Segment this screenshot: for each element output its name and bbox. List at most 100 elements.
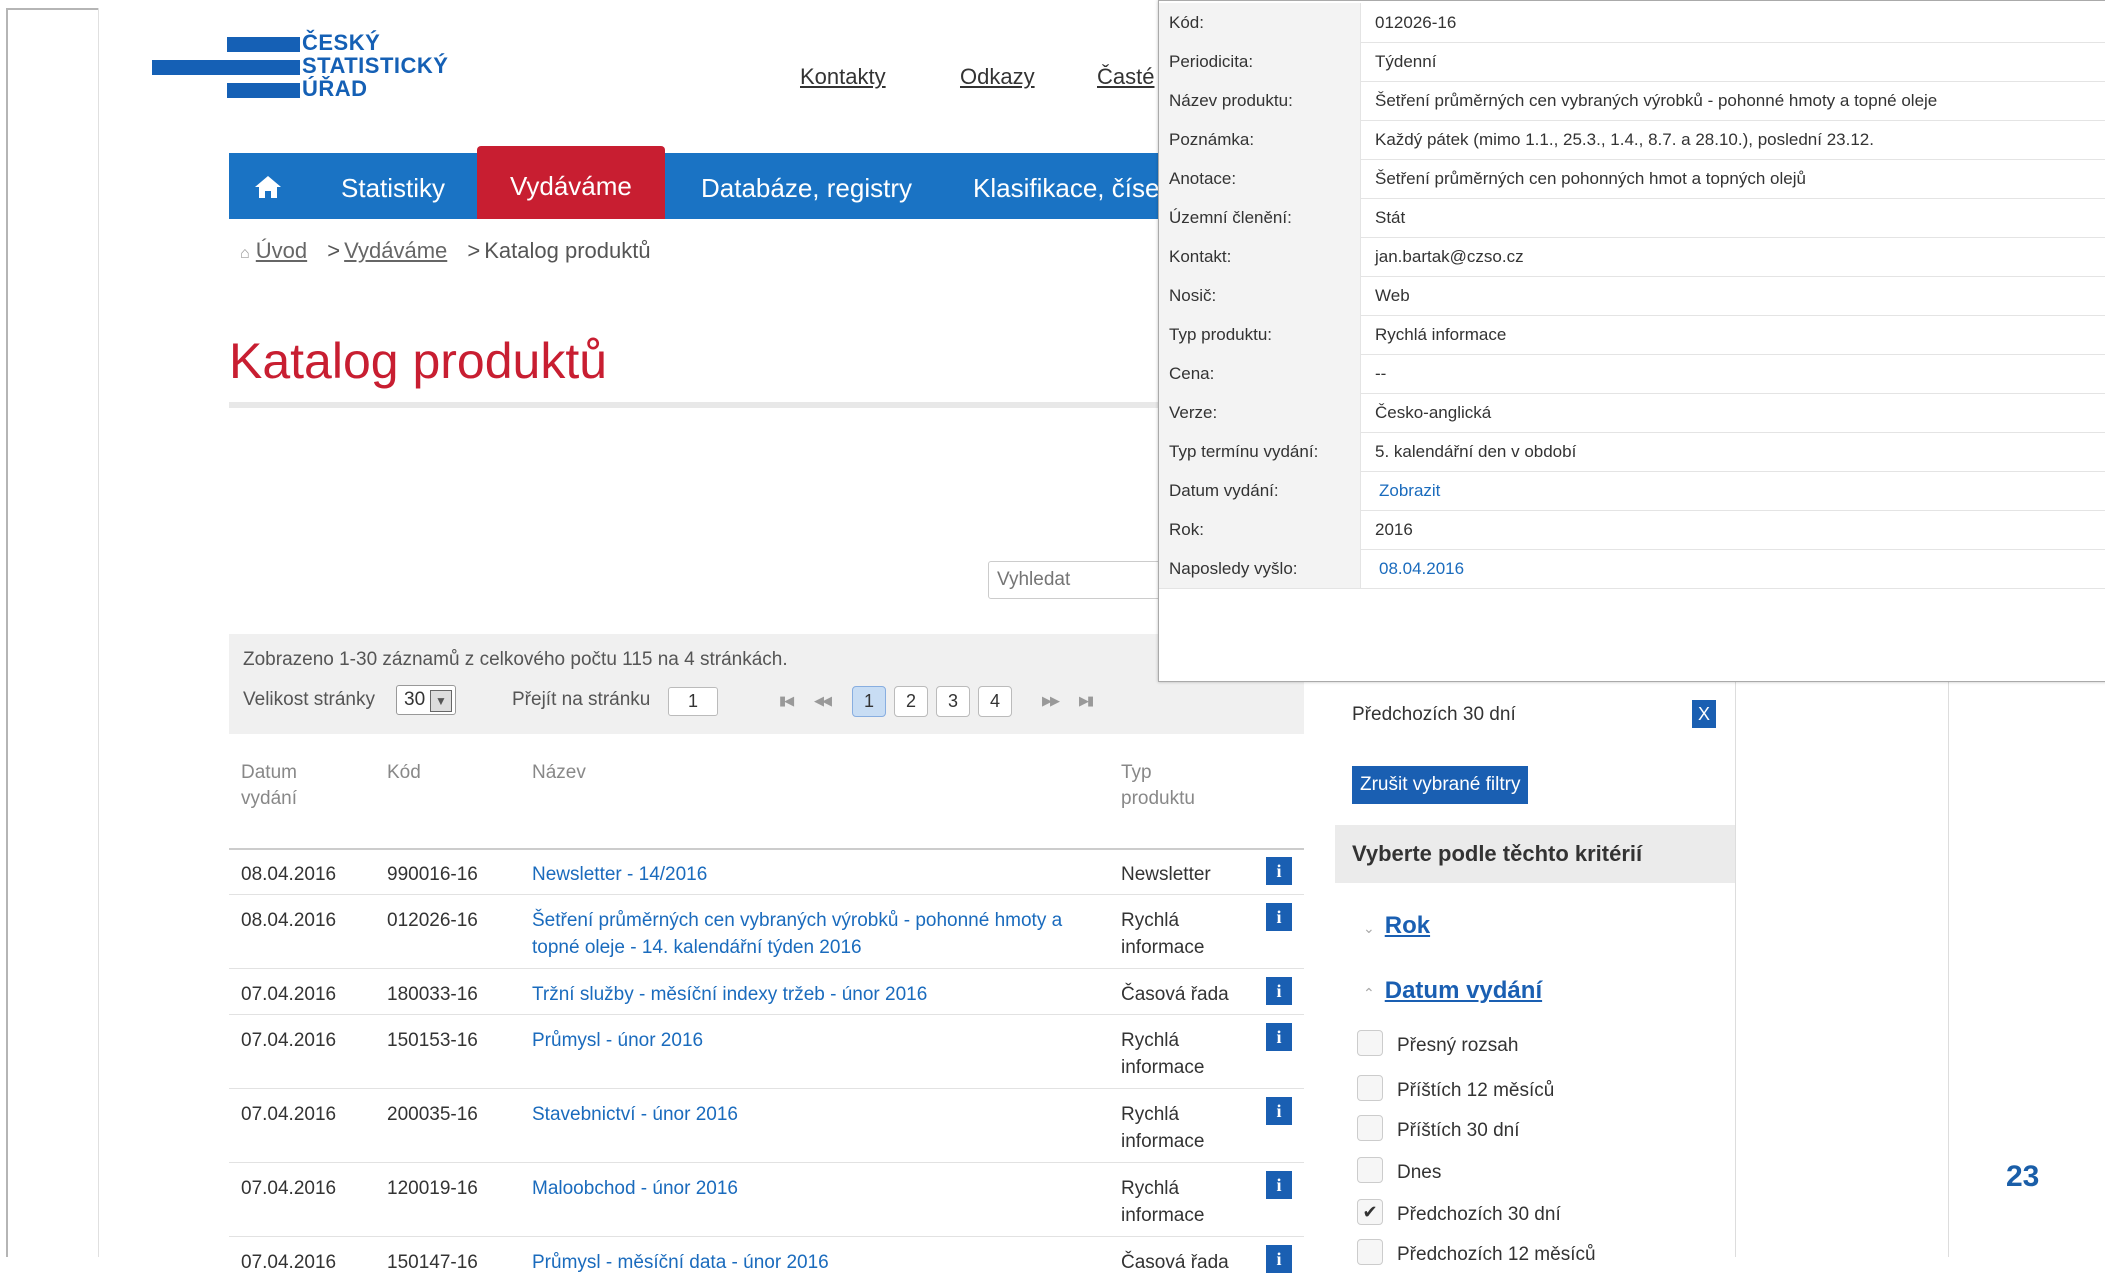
detail-value: 2016 <box>1375 520 1413 539</box>
page-size-select[interactable]: 30 ▼ <box>396 685 456 715</box>
filter-option[interactable]: Přesný rozsah <box>1357 1030 1518 1059</box>
column-header-name[interactable]: Název <box>532 760 586 786</box>
info-icon[interactable]: i <box>1266 857 1292 885</box>
breadcrumb-home[interactable]: Úvod <box>256 238 307 263</box>
detail-key: Anotace: <box>1159 159 1361 198</box>
nav-item-klasifikace[interactable]: Klasifikace, číseln <box>973 153 1180 219</box>
filter-option-label: Dnes <box>1397 1162 1442 1184</box>
clear-filters-button[interactable]: Zrušit vybrané filtry <box>1352 766 1529 804</box>
detail-value: jan.bartak@czso.cz <box>1375 247 1524 266</box>
row-name-link[interactable]: Maloobchod - únor 2016 <box>532 1175 1102 1202</box>
page-button-4[interactable]: 4 <box>978 686 1012 717</box>
breadcrumb-current: Katalog produktů <box>484 238 651 263</box>
detail-value: Šetření průměrných cen pohonných hmot a … <box>1375 169 1806 188</box>
row-code: 150153-16 <box>387 1030 478 1051</box>
row-date: 07.04.2016 <box>241 1252 337 1273</box>
page-button-3[interactable]: 3 <box>936 686 970 717</box>
row-code: 120019-16 <box>387 1178 478 1199</box>
checkbox[interactable] <box>1357 1157 1383 1183</box>
detail-row: Rok: 2016 <box>1159 510 2105 550</box>
first-page-icon[interactable]: ▮◀ <box>779 693 794 709</box>
criteria-heading: Vyberte podle těchto kritérií <box>1352 841 1643 866</box>
detail-row: Územní členění: Stát <box>1159 198 2105 238</box>
page-size-label: Velikost stránky <box>243 689 375 710</box>
link-caste[interactable]: Časté <box>1097 64 1154 90</box>
goto-page-input[interactable]: 1 <box>668 687 718 716</box>
row-name-link[interactable]: Tržní služby - měsíční indexy tržeb - ún… <box>532 981 1102 1008</box>
chevron-down-icon[interactable]: ▼ <box>430 690 452 712</box>
detail-value: Rychlá informace <box>1375 325 1507 344</box>
checkbox[interactable] <box>1357 1075 1383 1101</box>
checkmark-icon[interactable]: ✔ <box>1357 1199 1383 1225</box>
home-icon: ⌂ <box>240 245 250 262</box>
detail-key: Naposledy vyšlo: <box>1159 549 1361 588</box>
table-row: 08.04.2016 012026-16 Šetření průměrných … <box>229 895 1304 969</box>
nav-item-databaze[interactable]: Databáze, registry <box>701 153 912 219</box>
page-button-2[interactable]: 2 <box>894 686 928 717</box>
info-icon[interactable]: i <box>1266 977 1292 1005</box>
detail-row: Verze: Česko-anglická <box>1159 393 2105 433</box>
info-icon[interactable]: i <box>1266 1023 1292 1051</box>
filter-option[interactable]: Dnes <box>1357 1157 1442 1186</box>
detail-key: Periodicita: <box>1159 42 1361 81</box>
chevron-down-icon: ⌄ <box>1363 920 1375 936</box>
logo-bar <box>152 60 300 75</box>
row-name-link[interactable]: Průmysl - únor 2016 <box>532 1027 1102 1054</box>
link-kontakty[interactable]: Kontakty <box>800 64 886 90</box>
info-icon[interactable]: i <box>1266 903 1292 931</box>
filter-option-checked[interactable]: ✔ Předchozích 30 dní <box>1357 1199 1561 1228</box>
column-header-date[interactable]: Datum vydání <box>241 760 331 812</box>
prev-page-icon[interactable]: ◀◀ <box>814 693 832 709</box>
home-icon[interactable] <box>253 153 289 219</box>
info-icon[interactable]: i <box>1266 1097 1292 1125</box>
detail-value: 5. kalendářní den v období <box>1375 442 1577 461</box>
breadcrumb-separator: > <box>327 238 341 263</box>
info-icon[interactable]: i <box>1266 1171 1292 1199</box>
column-header-type[interactable]: Typ produktu <box>1121 760 1221 812</box>
filter-group-rok[interactable]: ⌄ Rok <box>1363 912 1430 940</box>
remove-filter-button[interactable]: X <box>1692 700 1716 728</box>
last-release-link[interactable]: 08.04.2016 <box>1379 549 1464 588</box>
row-date: 08.04.2016 <box>241 864 337 885</box>
detail-key: Typ produktu: <box>1159 315 1361 354</box>
filter-option-label: Příštích 12 měsíců <box>1397 1080 1555 1102</box>
detail-row: Název produktu: Šetření průměrných cen vy… <box>1159 81 2105 121</box>
info-icon[interactable]: i <box>1266 1245 1292 1273</box>
table-row: 07.04.2016 150153-16 Průmysl - únor 2016… <box>229 1015 1304 1089</box>
search-input[interactable] <box>988 561 1168 599</box>
next-page-icon[interactable]: ▶▶ <box>1042 693 1060 709</box>
link-odkazy[interactable]: Odkazy <box>960 64 1035 90</box>
row-name-link[interactable]: Newsletter - 14/2016 <box>532 861 1102 888</box>
detail-key: Cena: <box>1159 354 1361 393</box>
page-button-1[interactable]: 1 <box>852 686 886 717</box>
row-name-link[interactable]: Šetření průměrných cen vybraných výrobků… <box>532 907 1102 961</box>
filter-option[interactable]: Předchozích 12 měsíců <box>1357 1239 1596 1268</box>
table-row: 07.04.2016 180033-16 Tržní služby - měsí… <box>229 969 1304 1015</box>
last-page-icon[interactable]: ▶▮ <box>1079 693 1094 709</box>
detail-key: Typ termínu vydání: <box>1159 432 1361 471</box>
filter-option-label: Předchozích 12 měsíců <box>1397 1244 1596 1266</box>
table-header: Datum vydání Kód Název Typ produktu <box>229 734 1304 850</box>
filter-group-datum-vydani[interactable]: ⌃ Datum vydání <box>1363 977 1542 1005</box>
checkbox[interactable] <box>1357 1115 1383 1141</box>
row-name-link[interactable]: Průmysl - měsíční data - únor 2016 <box>532 1249 1102 1276</box>
table-row: 07.04.2016 200035-16 Stavebnictví - únor… <box>229 1089 1304 1163</box>
page-size-value: 30 <box>404 689 426 710</box>
checkbox[interactable] <box>1357 1239 1383 1265</box>
show-dates-link[interactable]: Zobrazit <box>1379 471 1440 510</box>
row-name-link[interactable]: Stavebnictví - únor 2016 <box>532 1101 1102 1128</box>
filter-option[interactable]: Příštích 12 měsíců <box>1357 1075 1555 1104</box>
nav-item-vydavame[interactable]: Vydáváme <box>477 146 665 219</box>
breadcrumb-section[interactable]: Vydáváme <box>344 238 447 263</box>
checkbox[interactable] <box>1357 1030 1383 1056</box>
row-type: Newsletter <box>1121 864 1211 885</box>
row-date: 07.04.2016 <box>241 984 337 1005</box>
detail-value: Stát <box>1375 208 1406 227</box>
detail-key: Rok: <box>1159 510 1361 549</box>
nav-item-statistiky[interactable]: Statistiky <box>341 153 445 219</box>
panel-divider <box>1735 680 1736 1257</box>
filter-option[interactable]: Příštích 30 dní <box>1357 1115 1520 1144</box>
column-header-code[interactable]: Kód <box>387 760 421 786</box>
filter-option-label: Předchozích 30 dní <box>1397 1204 1561 1226</box>
detail-key: Územní členění: <box>1159 198 1361 237</box>
